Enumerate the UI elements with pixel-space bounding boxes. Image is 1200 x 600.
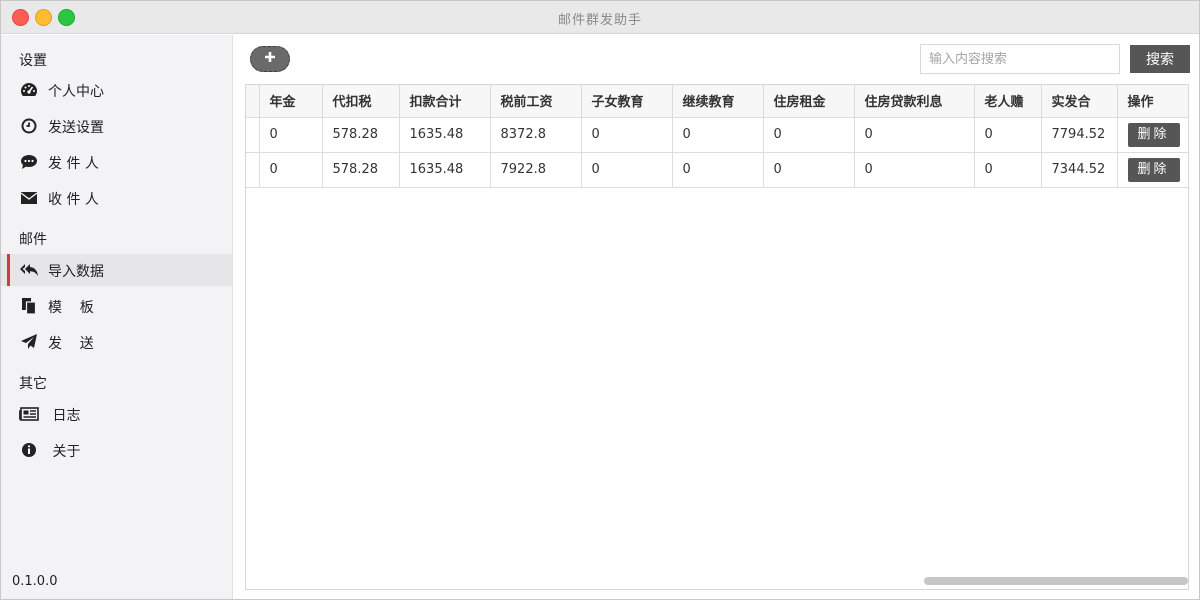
row-select-cell[interactable] [246,117,260,153]
delete-button[interactable]: 删除 [1127,157,1180,182]
table-cell: 1635.48 [399,152,491,188]
window-title: 邮件群发助手 [557,13,642,28]
table-cell: 0 [974,117,1042,153]
plus-icon [264,51,276,67]
table-cell: 0 [259,152,323,188]
table-cell: 0 [854,117,975,153]
table-cell: 0 [974,152,1042,188]
sidebar-item-label: 发 件 人 [48,156,99,172]
sidebar-item-send[interactable]: 发 送 [1,326,232,358]
sidebar-item-import-data[interactable]: 导入数据 [1,254,232,286]
column-header[interactable]: 实发合 [1041,85,1118,118]
table-cell: 8372.8 [490,117,582,153]
column-header[interactable]: 扣款合计 [399,85,491,118]
newspaper-icon [19,405,39,423]
delete-button[interactable]: 删除 [1127,122,1180,147]
actions-cell: 删除 [1117,152,1188,188]
data-table: 年金 代扣税 扣款合计 税前工资 子女教育 继续教育 住房租金 住房贷款利息 老… [245,84,1189,590]
table-cell: 1635.48 [399,117,491,153]
main-content: 搜索 年金 代扣税 扣款合计 税前工资 子女教育 继续教育 住房租金 [234,35,1199,599]
table-cell: 7794.52 [1041,117,1118,153]
paper-plane-icon [19,333,39,351]
table-cell: 7922.8 [490,152,582,188]
sidebar-item-label: 日志 [48,408,81,424]
table-cell: 0 [672,152,764,188]
sidebar-item-label: 导入数据 [48,264,104,280]
section-mail: 邮件 [19,232,47,248]
actions-cell: 删除 [1117,117,1188,153]
row-select-cell[interactable] [246,152,260,188]
column-header[interactable]: 子女教育 [581,85,673,118]
sidebar-item-label: 发 送 [48,336,94,352]
sidebar-item-label: 个人中心 [48,84,104,100]
column-header[interactable]: 老人赡 [974,85,1042,118]
sidebar-item-profile[interactable]: 个人中心 [1,74,232,106]
sidebar-item-about[interactable]: 关于 [1,434,232,466]
table-cell: 0 [581,152,673,188]
column-header[interactable]: 代扣税 [322,85,400,118]
add-button[interactable] [250,46,290,72]
column-header[interactable]: 继续教育 [672,85,764,118]
info-icon [19,441,39,459]
column-header[interactable]: 税前工资 [490,85,582,118]
app-window: 邮件群发助手 设置 个人中心 发送设置 发 件 人 收 件 人 邮件 导入数据 … [0,0,1200,600]
table-cell: 0 [581,117,673,153]
search-button[interactable]: 搜索 [1130,45,1190,73]
comment-icon [19,153,39,171]
search-input[interactable] [920,44,1120,74]
horizontal-scrollbar[interactable] [924,577,1188,585]
column-header: 操作 [1117,85,1188,118]
table-cell: 578.28 [322,152,400,188]
sidebar-item-label: 关于 [48,444,81,460]
table-cell: 0 [854,152,975,188]
title-bar: 邮件群发助手 [1,1,1199,34]
envelope-icon [19,189,39,207]
sidebar-item-templates[interactable]: 模 板 [1,290,232,322]
sidebar-item-label: 收 件 人 [48,192,99,208]
column-header[interactable]: 住房租金 [763,85,855,118]
table-cell: 0 [763,117,855,153]
copy-icon [19,297,39,315]
sidebar: 设置 个人中心 发送设置 发 件 人 收 件 人 邮件 导入数据 模 板 发 送… [1,35,233,599]
sidebar-item-label: 模 板 [48,300,94,316]
table-row: 0 578.28 1635.48 8372.8 0 0 0 0 0 7794.5… [246,117,1188,153]
column-header[interactable]: 住房贷款利息 [854,85,975,118]
app-version: 0.1.0.0 [12,574,58,589]
section-settings: 设置 [19,53,47,69]
sidebar-item-recipients[interactable]: 收 件 人 [1,182,232,214]
table-cell: 0 [259,117,323,153]
dashboard-icon [19,81,39,99]
column-header[interactable]: 年金 [259,85,323,118]
table-cell: 578.28 [322,117,400,153]
reply-all-icon [19,261,39,279]
section-other: 其它 [19,376,47,392]
sidebar-item-log[interactable]: 日志 [1,398,232,430]
row-select-header [246,85,260,118]
table-row: 0 578.28 1635.48 7922.8 0 0 0 0 0 7344.5… [246,152,1188,188]
clock-icon [19,117,39,135]
table-cell: 0 [763,152,855,188]
sidebar-item-send-settings[interactable]: 发送设置 [1,110,232,142]
table-header-row: 年金 代扣税 扣款合计 税前工资 子女教育 继续教育 住房租金 住房贷款利息 老… [246,85,1188,118]
table-cell: 7344.52 [1041,152,1118,188]
sidebar-item-label: 发送设置 [48,120,104,136]
sidebar-item-senders[interactable]: 发 件 人 [1,146,232,178]
table-cell: 0 [672,117,764,153]
